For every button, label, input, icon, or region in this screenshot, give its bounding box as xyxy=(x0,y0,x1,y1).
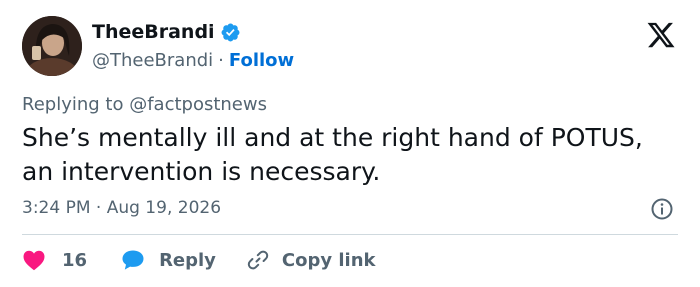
separator-dot: · xyxy=(218,50,224,71)
tweet-text: She’s mentally ill and at the right hand… xyxy=(22,123,643,186)
divider xyxy=(22,234,678,235)
tweet-timestamp[interactable]: 3:24 PM · Aug 19, 2026 xyxy=(22,198,221,218)
follow-button[interactable]: Follow xyxy=(229,50,294,71)
info-icon[interactable] xyxy=(650,197,674,221)
link-icon xyxy=(246,248,270,272)
copy-link-label: Copy link xyxy=(281,249,376,271)
action-bar: 16 Reply Copy link xyxy=(22,246,376,274)
tweet-header: TheeBrandi @TheeBrandi · Follow xyxy=(22,16,682,78)
copy-link-button[interactable]: Copy link xyxy=(246,248,376,272)
verified-badge-icon xyxy=(220,22,241,43)
like-count: 16 xyxy=(62,249,88,271)
display-name[interactable]: TheeBrandi xyxy=(92,21,215,43)
replying-mention[interactable]: @factpostnews xyxy=(129,94,267,115)
like-button[interactable]: 16 xyxy=(22,249,87,271)
replying-prefix: Replying to xyxy=(22,94,130,115)
user-info: TheeBrandi @TheeBrandi · Follow xyxy=(92,20,294,71)
reply-button[interactable]: Reply xyxy=(121,249,216,271)
reply-bubble-icon xyxy=(121,249,145,271)
reply-label: Reply xyxy=(159,249,216,271)
avatar[interactable] xyxy=(22,16,82,76)
user-handle[interactable]: @TheeBrandi xyxy=(92,50,213,71)
x-logo-icon[interactable] xyxy=(646,20,676,50)
heart-icon xyxy=(22,249,46,271)
replying-to: Replying to @factpostnews xyxy=(22,94,267,115)
